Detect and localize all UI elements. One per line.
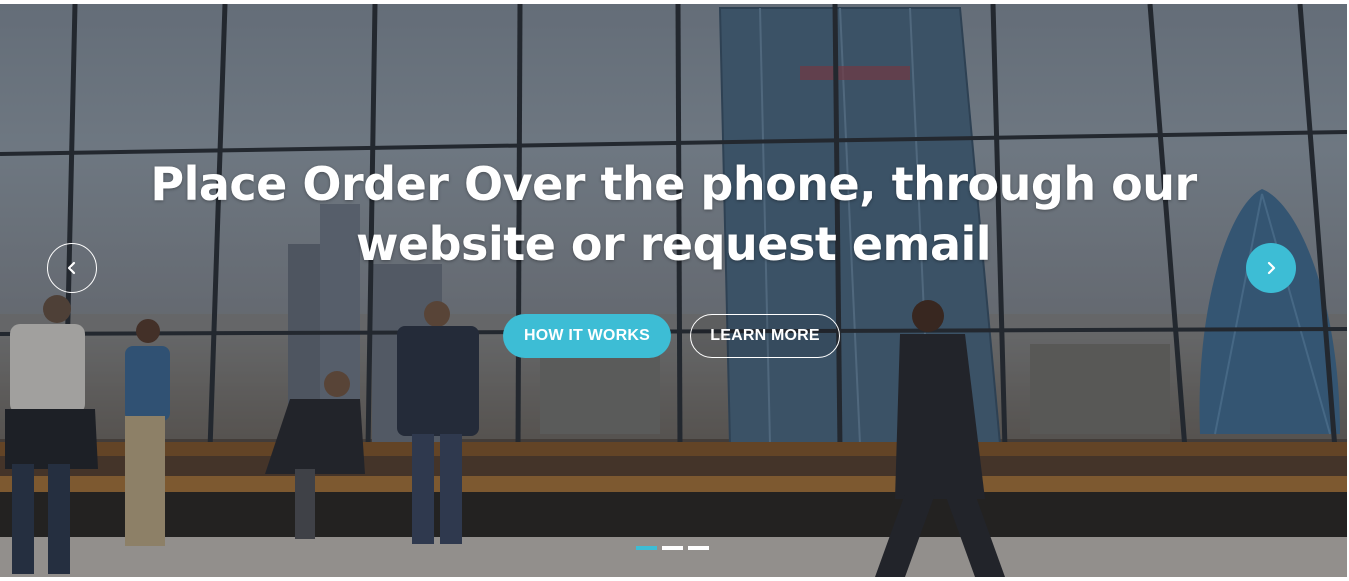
learn-more-button[interactable]: LEARN MORE	[690, 314, 840, 358]
hero-dark-overlay	[0, 4, 1347, 577]
slider-next-button[interactable]	[1246, 243, 1296, 293]
hero-headline-line-2: website or request email	[355, 217, 992, 271]
slider-dot-1[interactable]	[636, 546, 657, 550]
hero-headline: Place Order Over the phone, through our …	[120, 154, 1227, 274]
slider-dot-2[interactable]	[662, 546, 683, 550]
how-it-works-button[interactable]: HOW IT WORKS	[503, 314, 671, 358]
hero-headline-line-1: Place Order Over the phone, through our	[150, 157, 1197, 211]
slider-pagination	[636, 546, 709, 550]
chevron-right-icon	[1267, 261, 1276, 275]
slider-dot-3[interactable]	[688, 546, 709, 550]
slider-prev-button[interactable]	[47, 243, 97, 293]
hero-slider: Place Order Over the phone, through our …	[0, 4, 1347, 577]
chevron-left-icon	[67, 261, 76, 275]
